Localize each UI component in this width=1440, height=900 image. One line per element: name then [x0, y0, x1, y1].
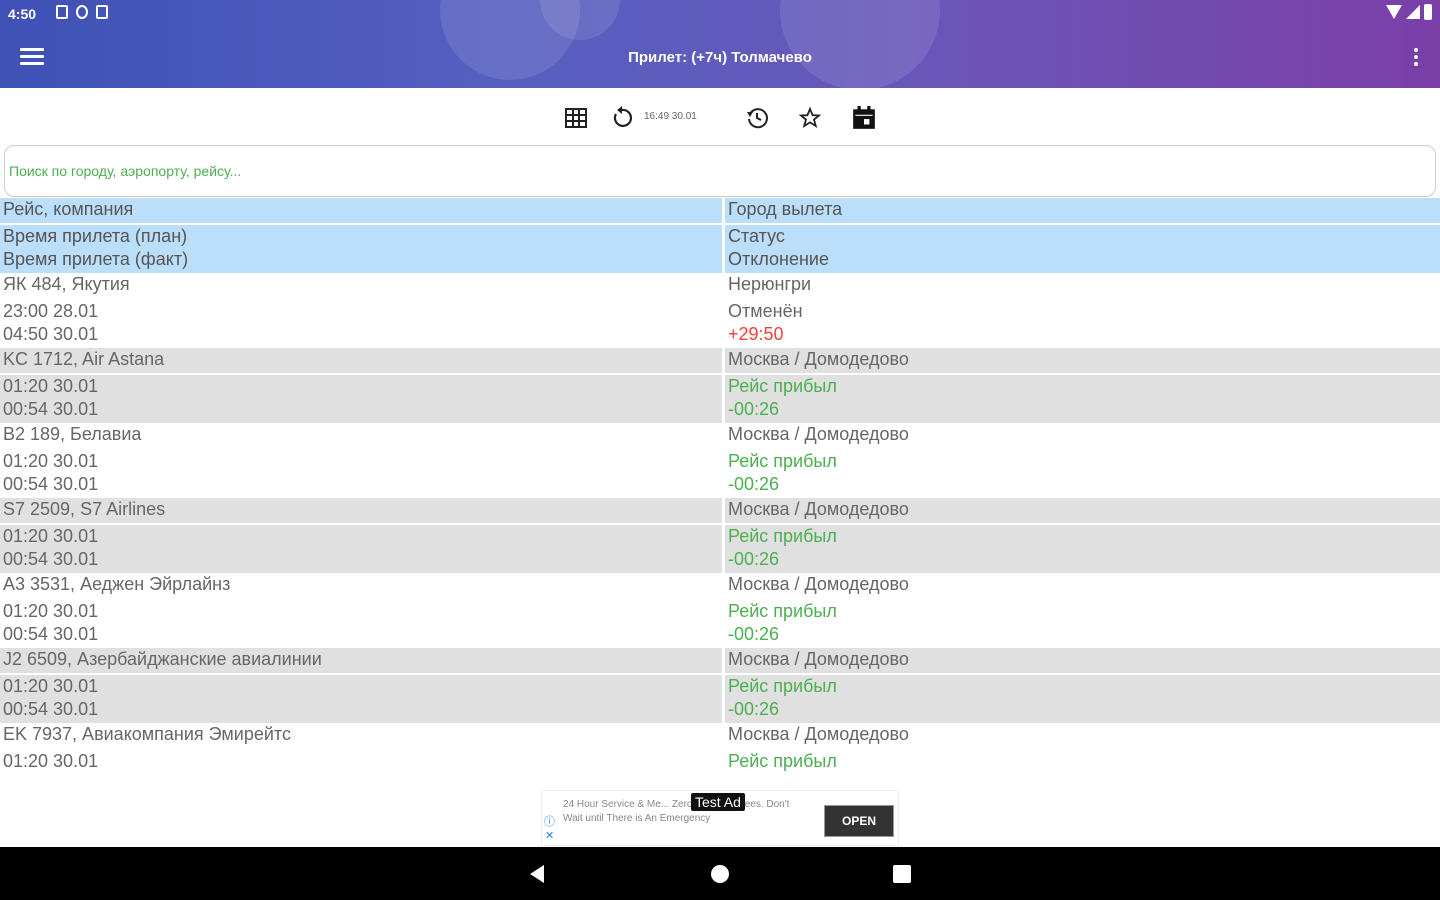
city-cell: Москва / Домодедово: [723, 723, 1440, 750]
status-cell: Рейс прибыл: [728, 601, 837, 621]
header-deviation: Отклонение: [728, 249, 829, 269]
calendar-icon[interactable]: [848, 102, 880, 134]
notification-icon: [76, 5, 88, 19]
city-cell: Москва / Домодедово: [723, 648, 1440, 675]
table-row[interactable]: A3 3531, Аеджен Эйрлайнз Москва / Домоде…: [0, 573, 1440, 600]
sd-card-icon: [96, 5, 108, 19]
app-bar: 4:50 Прилет: (+7ч) Толмачево: [0, 0, 1440, 88]
deviation-cell: +29:50: [728, 324, 784, 344]
flight-cell: A3 3531, Аеджен Эйрлайнз: [0, 573, 725, 600]
header-city: Город вылета: [723, 198, 1440, 225]
refresh-icon[interactable]: [606, 102, 638, 134]
deviation-cell: -00:26: [728, 699, 780, 719]
search-input[interactable]: [4, 145, 1436, 197]
status-cell: Рейс прибыл: [728, 676, 837, 696]
flight-cell: B2 189, Белавиа: [0, 423, 725, 450]
header-time-fact: Время прилета (факт): [3, 249, 189, 269]
flight-cell: S7 2509, S7 Airlines: [0, 498, 725, 525]
time-plan-cell: 01:20 30.01: [3, 751, 99, 771]
flight-cell: EK 7937, Авиакомпания Эмирейтс: [0, 723, 725, 750]
ad-close-icon[interactable]: ✕: [545, 829, 554, 842]
time-plan-cell: 01:20 30.01: [3, 526, 99, 546]
time-fact-cell: 00:54 30.01: [3, 624, 99, 644]
table-row[interactable]: ЯК 484, Якутия Нерюнгри: [0, 273, 1440, 300]
table-row[interactable]: B2 189, Белавиа Москва / Домодедово: [0, 423, 1440, 450]
time-plan-cell: 01:20 30.01: [3, 601, 99, 621]
status-cell: Отменён: [728, 301, 803, 321]
table-row[interactable]: 23:00 28.01 04:50 30.01 Отменён +29:50: [0, 299, 1440, 348]
ad-banner[interactable]: ⓘ ✕ 24 Hour Service & Me... Zero Overtim…: [541, 790, 899, 846]
more-options-icon[interactable]: [1412, 48, 1420, 72]
time-fact-cell: 04:50 30.01: [3, 324, 99, 344]
time-plan-cell: 23:00 28.01: [3, 301, 99, 321]
deviation-cell: -00:26: [728, 549, 780, 569]
system-nav-bar: [0, 847, 1440, 900]
wifi-icon: [1386, 5, 1402, 19]
table-row[interactable]: KC 1712, Air Astana Москва / Домодедово: [0, 348, 1440, 375]
home-icon[interactable]: [711, 865, 729, 883]
table-header-row: Время прилета (план) Время прилета (факт)…: [0, 224, 1440, 273]
ad-text: 24 Hour Service & Me... Zero Overtime Fe…: [563, 799, 790, 824]
time-fact-cell: 00:54 30.01: [3, 474, 99, 494]
status-cell: Рейс прибыл: [728, 376, 837, 396]
table-row[interactable]: J2 6509, Азербайджанские авиалинии Москв…: [0, 648, 1440, 675]
time-fact-cell: 00:54 30.01: [3, 399, 99, 419]
recent-apps-icon[interactable]: [893, 865, 911, 883]
deviation-cell: -00:26: [728, 399, 780, 419]
ad-open-button[interactable]: OPEN: [824, 805, 894, 837]
action-bar: 16:49 30.01: [0, 96, 1440, 140]
time-fact-cell: 00:54 30.01: [3, 549, 99, 569]
history-icon[interactable]: [741, 102, 773, 134]
deviation-cell: -00:26: [728, 474, 780, 494]
table-header-row: Рейс, компания Город вылета: [0, 198, 1440, 225]
city-cell: Нерюнгри: [723, 273, 1440, 300]
time-plan-cell: 01:20 30.01: [3, 451, 99, 471]
flight-cell: ЯК 484, Якутия: [0, 273, 725, 300]
ad-badge: Test Ad: [691, 793, 745, 811]
flight-cell: J2 6509, Азербайджанские авиалинии: [0, 648, 725, 675]
status-cell: Рейс прибыл: [728, 751, 837, 771]
header-status: Статус: [728, 226, 785, 246]
favorite-star-icon[interactable]: [794, 102, 826, 134]
grid-view-icon[interactable]: [560, 102, 592, 134]
city-cell: Москва / Домодедово: [723, 348, 1440, 375]
time-plan-cell: 01:20 30.01: [3, 376, 99, 396]
battery-icon: [1424, 4, 1432, 20]
city-cell: Москва / Домодедово: [723, 573, 1440, 600]
signal-icon: [1406, 5, 1420, 19]
last-update-time: 16:49 30.01: [644, 111, 697, 122]
notification-icons: [56, 5, 108, 19]
status-cell: Рейс прибыл: [728, 526, 837, 546]
flights-table: Рейс, компания Город вылета Время прилет…: [0, 198, 1440, 798]
city-cell: Москва / Домодедово: [723, 423, 1440, 450]
table-row[interactable]: 01:20 30.01 00:54 30.01 Рейс прибыл -00:26: [0, 524, 1440, 573]
header-time-plan: Время прилета (план): [3, 226, 188, 246]
table-row[interactable]: 01:20 30.01 00:54 30.01 Рейс прибыл -00:26: [0, 374, 1440, 423]
status-cell: Рейс прибыл: [728, 451, 837, 471]
city-cell: Москва / Домодедово: [723, 498, 1440, 525]
table-row[interactable]: 01:20 30.01 00:54 30.01 Рейс прибыл -00:26: [0, 674, 1440, 723]
toolbar: Прилет: (+7ч) Толмачево: [0, 28, 1440, 88]
status-time: 4:50: [8, 6, 37, 22]
table-row[interactable]: 01:20 30.01 00:54 30.01 Рейс прибыл -00:26: [0, 599, 1440, 648]
system-icons: [1386, 4, 1432, 20]
ad-info-icon[interactable]: ⓘ: [544, 813, 556, 828]
status-bar: 4:50: [0, 0, 1440, 28]
back-icon[interactable]: [530, 865, 544, 883]
header-flight: Рейс, компания: [0, 198, 725, 225]
table-row[interactable]: EK 7937, Авиакомпания Эмирейтс Москва / …: [0, 723, 1440, 750]
page-title: Прилет: (+7ч) Толмачево: [628, 49, 812, 66]
notification-icon: [56, 5, 68, 19]
table-row[interactable]: 01:20 30.01 00:54 30.01 Рейс прибыл -00:26: [0, 449, 1440, 498]
time-fact-cell: 00:54 30.01: [3, 699, 99, 719]
deviation-cell: -00:26: [728, 624, 780, 644]
time-plan-cell: 01:20 30.01: [3, 676, 99, 696]
flight-cell: KC 1712, Air Astana: [0, 348, 725, 375]
table-row[interactable]: S7 2509, S7 Airlines Москва / Домодедово: [0, 498, 1440, 525]
